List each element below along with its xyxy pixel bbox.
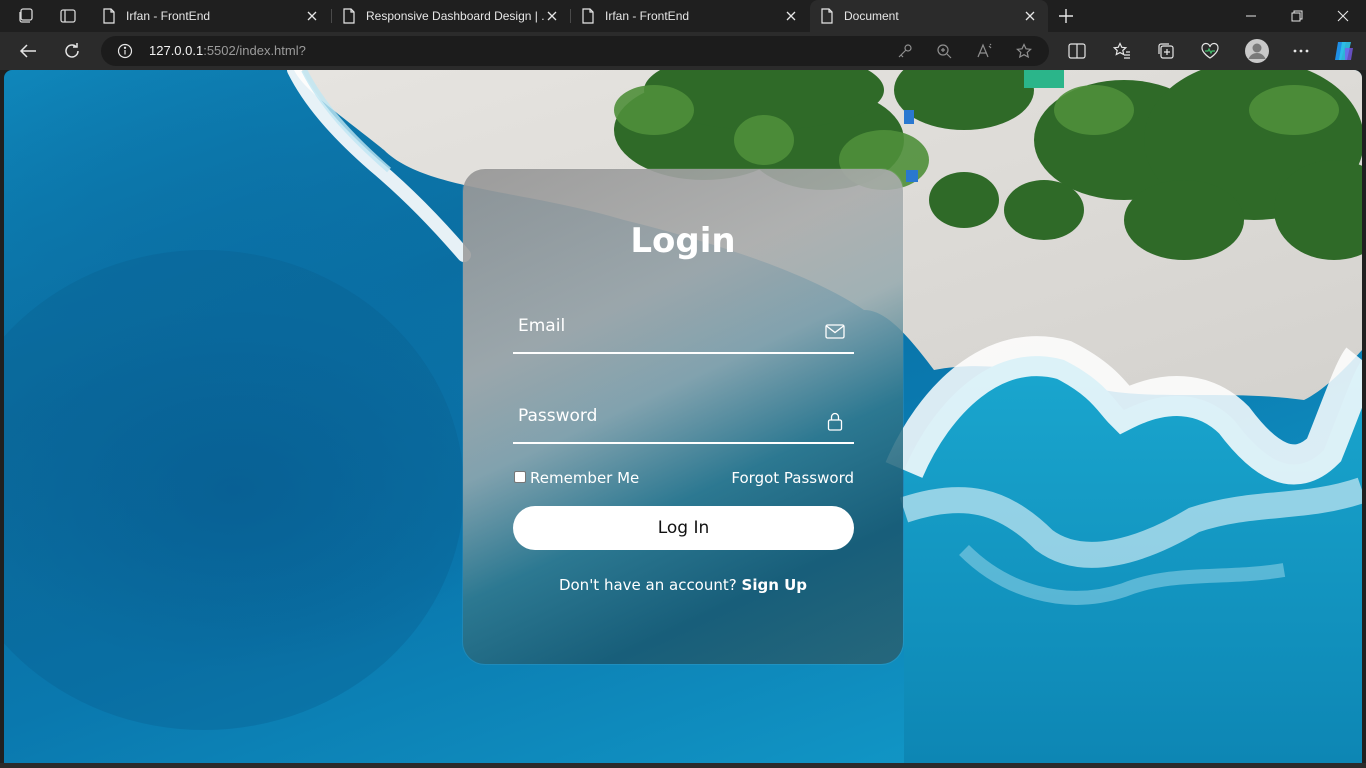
page-icon [821, 8, 833, 24]
tab-label: Irfan - FrontEnd [126, 9, 211, 23]
login-button[interactable]: Log In [513, 506, 854, 550]
remember-label[interactable]: Remember Me [530, 469, 639, 487]
page-icon [103, 8, 115, 24]
toolbar: 127.0.0.1:5502/index.html? [0, 32, 1366, 70]
signup-link[interactable]: Sign Up [742, 576, 808, 594]
refresh-icon[interactable] [59, 39, 85, 63]
workspaces-icon[interactable] [16, 6, 36, 26]
login-options: Remember Me Forgot Password [513, 469, 854, 489]
address-bar[interactable]: 127.0.0.1:5502/index.html? [101, 36, 1049, 66]
remember-checkbox[interactable] [514, 471, 526, 483]
key-icon[interactable] [897, 43, 913, 59]
page-viewport: Login Email Password Remember Me Forgot … [4, 70, 1362, 763]
more-icon[interactable] [1291, 41, 1311, 61]
tab-4-active[interactable]: Document [810, 0, 1048, 32]
page-icon [582, 8, 594, 24]
minimize-icon[interactable] [1228, 0, 1274, 32]
window-bottom-edge [0, 763, 1366, 768]
favorite-icon[interactable] [1016, 43, 1032, 59]
zoom-icon[interactable] [936, 43, 952, 59]
url-path: :5502/index.html? [203, 43, 306, 58]
email-field[interactable]: Email [513, 306, 854, 354]
url-host: 127.0.0.1 [149, 43, 204, 58]
email-label: Email [518, 316, 566, 336]
close-icon[interactable] [544, 8, 560, 24]
signup-prompt-text: Don't have an account? [558, 576, 737, 594]
tab-actions-icon[interactable] [58, 6, 78, 26]
tab-3[interactable]: Irfan - FrontEnd [571, 0, 809, 32]
address-url[interactable]: 127.0.0.1:5502/index.html? [149, 43, 306, 58]
browser-essentials-icon[interactable] [1200, 41, 1220, 61]
tab-bar: Irfan - FrontEnd Responsive Dashboard De… [0, 0, 1366, 32]
split-screen-icon[interactable] [1067, 41, 1087, 61]
profile-icon[interactable] [1245, 39, 1269, 63]
tab-label: Responsive Dashboard Design | ... [366, 9, 544, 23]
login-card: Login Email Password Remember Me Forgot … [463, 169, 903, 664]
close-icon[interactable] [783, 8, 799, 24]
password-label: Password [518, 406, 598, 426]
envelope-icon [825, 324, 845, 339]
new-tab-icon[interactable] [1056, 6, 1076, 26]
tab-label: Document [844, 9, 899, 23]
page-icon [343, 8, 355, 24]
read-aloud-icon[interactable] [977, 43, 993, 59]
favorites-icon[interactable] [1112, 41, 1132, 61]
signup-prompt: Don't have an account? Sign Up [463, 576, 903, 594]
copilot-icon[interactable] [1332, 39, 1356, 63]
close-icon[interactable] [1022, 8, 1038, 24]
collections-icon[interactable] [1156, 41, 1176, 61]
tab-2[interactable]: Responsive Dashboard Design | ... [332, 0, 570, 32]
restore-icon[interactable] [1274, 0, 1320, 32]
close-window-icon[interactable] [1320, 0, 1366, 32]
forgot-password-link[interactable]: Forgot Password [731, 469, 854, 487]
password-field[interactable]: Password [513, 396, 854, 444]
close-icon[interactable] [304, 8, 320, 24]
tab-label: Irfan - FrontEnd [605, 9, 690, 23]
back-icon[interactable] [15, 39, 41, 63]
login-title: Login [630, 221, 736, 261]
lock-icon [827, 412, 843, 431]
site-info-icon[interactable] [117, 43, 133, 59]
tab-1[interactable]: Irfan - FrontEnd [92, 0, 330, 32]
